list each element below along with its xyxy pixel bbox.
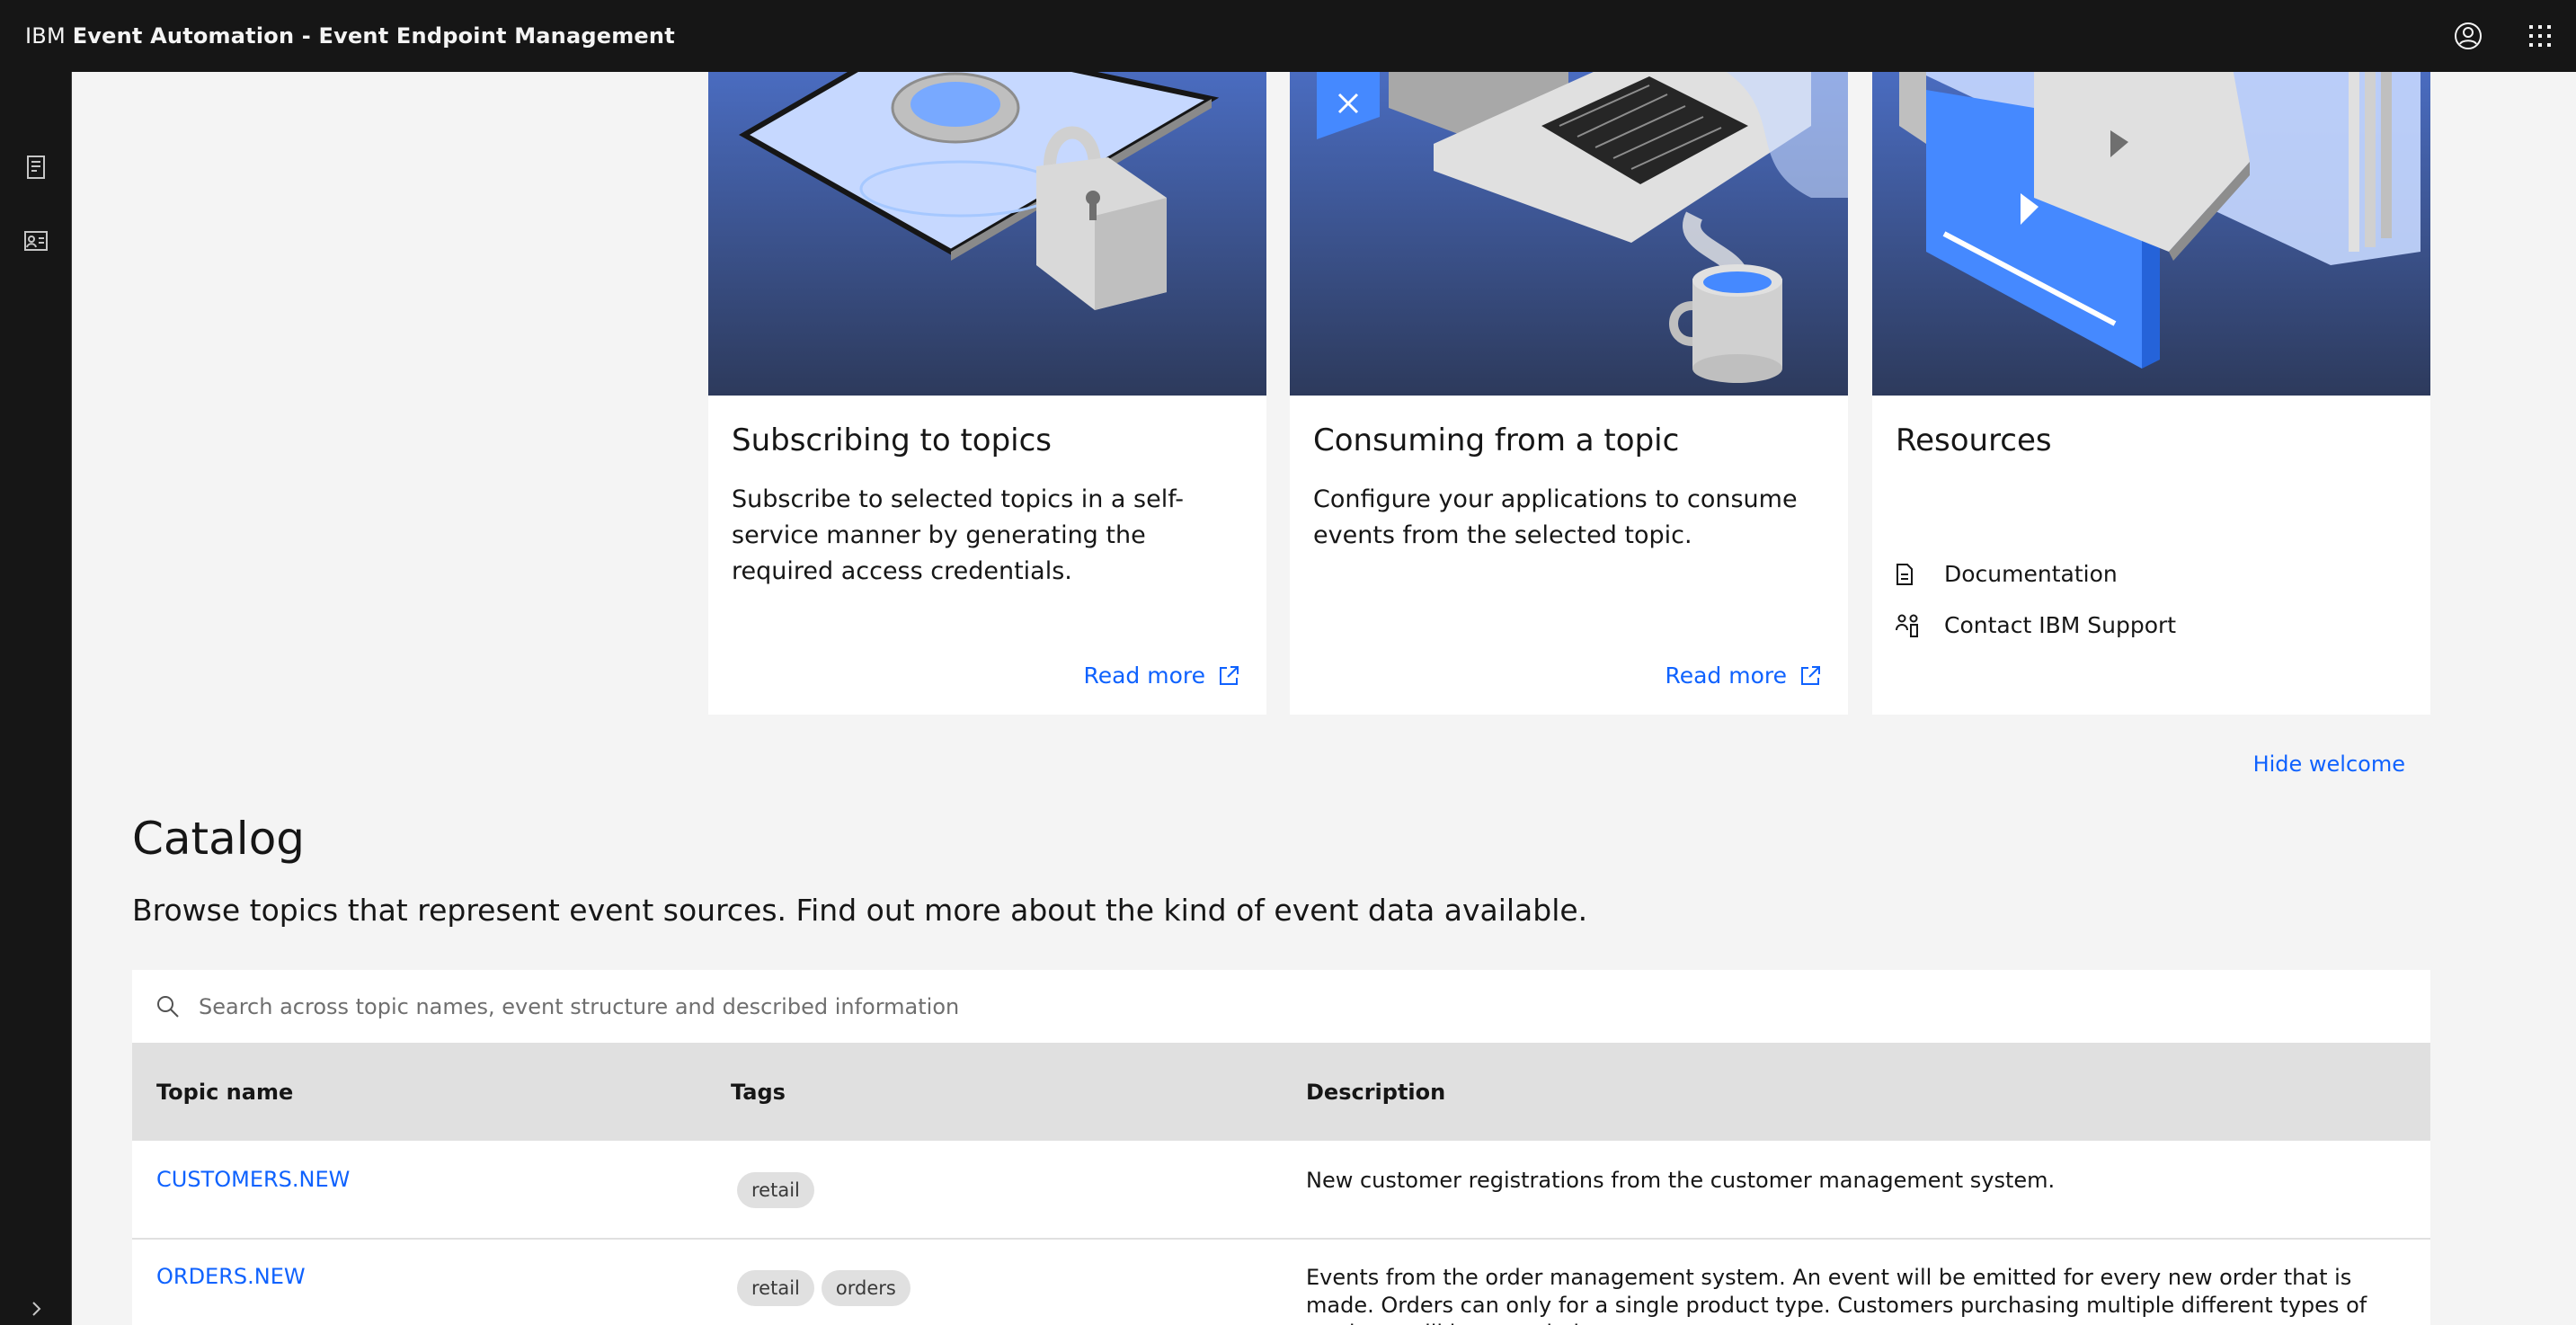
topic-description: Events from the order management system.… (1306, 1265, 2367, 1325)
hide-welcome-link[interactable]: Hide welcome (2253, 751, 2405, 777)
column-header-description: Description (1306, 1080, 1446, 1105)
card-title: Subscribing to topics (732, 422, 1053, 458)
user-avatar-icon (2455, 22, 2482, 49)
tag: orders (821, 1270, 910, 1306)
subscriptions-icon (24, 231, 48, 251)
page-subtitle: Browse topics that represent event sourc… (132, 893, 1588, 928)
card-description: Subscribe to selected topics in a self-s… (732, 485, 1184, 585)
document-icon (1896, 563, 1913, 585)
resource-link-support[interactable]: Contact IBM Support (1896, 600, 2176, 651)
nav-item-catalog[interactable] (0, 131, 72, 203)
expand-nav-button[interactable] (0, 1291, 72, 1325)
card-description: Configure your applications to consume e… (1313, 485, 1798, 549)
resource-link-documentation[interactable]: Documentation (1896, 548, 2176, 600)
top-header: IBM Event Automation - Event Endpoint Ma… (0, 0, 2576, 72)
user-profile-button[interactable] (2432, 0, 2504, 72)
catalog-search[interactable]: Search across topic names, event structu… (132, 970, 2430, 1044)
chevron-right-icon (32, 1302, 41, 1316)
subscribing-illustration (708, 72, 1266, 396)
read-more-link[interactable]: Read more (1083, 662, 1239, 689)
read-more-label: Read more (1083, 662, 1205, 689)
consuming-illustration (1290, 72, 1848, 396)
catalog-icon (27, 156, 45, 179)
read-more-link[interactable]: Read more (1665, 662, 1821, 689)
page-title: Catalog (132, 813, 306, 865)
catalog-table: Topic name Tags Description CUSTOMERS.NE… (132, 1044, 2430, 1325)
side-nav (0, 72, 72, 1325)
card-title: Resources (1896, 422, 2052, 458)
app-switcher-icon (2529, 25, 2551, 47)
topic-description: New customer registrations from the cust… (1306, 1168, 2056, 1193)
table-row[interactable]: ORDERS.NEW retail orders Events from the… (132, 1240, 2430, 1325)
tag: retail (737, 1270, 814, 1306)
search-input[interactable]: Search across topic names, event structu… (199, 994, 959, 1019)
app-switcher-button[interactable] (2504, 0, 2576, 72)
topic-link[interactable]: ORDERS.NEW (156, 1264, 306, 1289)
launch-icon (1220, 665, 1239, 685)
welcome-card-resources: Resources Documentation Contact IBM Supp… (1872, 72, 2430, 715)
brand-product: Event Automation - Event Endpoint Manage… (72, 23, 675, 49)
table-header: Topic name Tags Description (132, 1044, 2430, 1141)
column-header-tags: Tags (731, 1080, 786, 1105)
tag: retail (737, 1172, 814, 1208)
nav-item-subscriptions[interactable] (0, 205, 72, 277)
resources-list: Documentation Contact IBM Support (1896, 548, 2176, 651)
read-more-label: Read more (1665, 662, 1787, 689)
launch-icon (1801, 665, 1820, 685)
search-icon (157, 995, 179, 1018)
tag-list: retail (737, 1172, 814, 1208)
welcome-card-consuming: Consuming from a topic Configure your ap… (1290, 72, 1848, 715)
support-icon (1896, 614, 1918, 637)
resource-label: Contact IBM Support (1944, 612, 2177, 638)
brand-ibm: IBM (25, 23, 66, 49)
table-row[interactable]: CUSTOMERS.NEW retail New customer regist… (132, 1141, 2430, 1240)
card-title: Consuming from a topic (1313, 422, 1680, 458)
welcome-card-subscribing: Subscribing to topics Subscribe to selec… (708, 72, 1266, 715)
app-title[interactable]: IBM Event Automation - Event Endpoint Ma… (25, 23, 675, 49)
topic-link[interactable]: CUSTOMERS.NEW (156, 1167, 350, 1192)
tag-list: retail orders (737, 1270, 910, 1306)
resource-label: Documentation (1944, 561, 2118, 587)
column-header-topic[interactable]: Topic name (156, 1044, 293, 1141)
resources-illustration (1872, 72, 2430, 396)
header-actions (2432, 0, 2576, 72)
